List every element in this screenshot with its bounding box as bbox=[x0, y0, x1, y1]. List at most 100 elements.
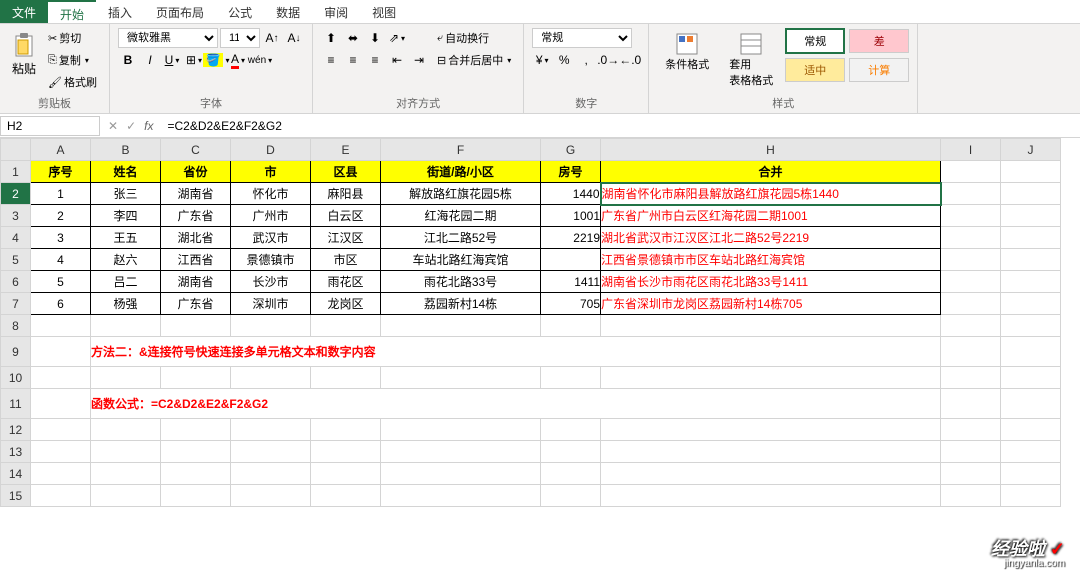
cell[interactable]: 麻阳县 bbox=[311, 183, 381, 205]
cell[interactable] bbox=[31, 337, 91, 367]
cell[interactable]: 长沙市 bbox=[231, 271, 311, 293]
cell[interactable] bbox=[1001, 161, 1061, 183]
number-format-select[interactable]: 常规 bbox=[532, 28, 632, 48]
paste-button[interactable]: 粘贴 bbox=[8, 28, 40, 93]
cell[interactable]: 深圳市 bbox=[231, 293, 311, 315]
cell[interactable] bbox=[1001, 337, 1061, 367]
row-header-6[interactable]: 6 bbox=[1, 271, 31, 293]
header-district[interactable]: 区县 bbox=[311, 161, 381, 183]
row-header-12[interactable]: 12 bbox=[1, 419, 31, 441]
row-header-15[interactable]: 15 bbox=[1, 485, 31, 507]
cell[interactable] bbox=[1001, 205, 1061, 227]
cell[interactable] bbox=[941, 389, 1001, 419]
align-top-button[interactable]: ⬆ bbox=[321, 28, 341, 48]
cell[interactable]: 广州市 bbox=[231, 205, 311, 227]
tab-home[interactable]: 开始 bbox=[48, 0, 96, 23]
header-street[interactable]: 街道/路/小区 bbox=[381, 161, 541, 183]
col-header-E[interactable]: E bbox=[311, 139, 381, 161]
style-good[interactable]: 适中 bbox=[785, 58, 845, 82]
cell[interactable]: 4 bbox=[31, 249, 91, 271]
row-header-9[interactable]: 9 bbox=[1, 337, 31, 367]
tab-formula[interactable]: 公式 bbox=[216, 0, 264, 23]
col-header-J[interactable]: J bbox=[1001, 139, 1061, 161]
cell[interactable]: 1411 bbox=[541, 271, 601, 293]
cell[interactable] bbox=[941, 315, 1001, 337]
cell[interactable]: 王五 bbox=[91, 227, 161, 249]
cell[interactable]: 龙岗区 bbox=[311, 293, 381, 315]
cell[interactable] bbox=[311, 419, 381, 441]
col-header-G[interactable]: G bbox=[541, 139, 601, 161]
cell[interactable] bbox=[381, 367, 541, 389]
align-center-button[interactable]: ≡ bbox=[343, 50, 363, 70]
align-middle-button[interactable]: ⬌ bbox=[343, 28, 363, 48]
tab-insert[interactable]: 插入 bbox=[96, 0, 144, 23]
header-seq[interactable]: 序号 bbox=[31, 161, 91, 183]
cell[interactable] bbox=[311, 485, 381, 507]
cell[interactable] bbox=[601, 441, 941, 463]
cell[interactable] bbox=[601, 367, 941, 389]
header-province[interactable]: 省份 bbox=[161, 161, 231, 183]
cell[interactable] bbox=[541, 463, 601, 485]
cell[interactable]: 雨花区 bbox=[311, 271, 381, 293]
increase-decimal-button[interactable]: .0→ bbox=[598, 50, 618, 70]
cell[interactable] bbox=[1001, 249, 1061, 271]
cell[interactable]: 张三 bbox=[91, 183, 161, 205]
cell[interactable] bbox=[541, 315, 601, 337]
cell[interactable] bbox=[311, 315, 381, 337]
cell[interactable] bbox=[311, 463, 381, 485]
cut-button[interactable]: ✂剪切 bbox=[44, 28, 101, 48]
name-box[interactable] bbox=[0, 116, 100, 136]
cell[interactable] bbox=[91, 441, 161, 463]
cell[interactable]: 2219 bbox=[541, 227, 601, 249]
cell[interactable] bbox=[941, 161, 1001, 183]
wrap-text-button[interactable]: ⤶自动换行 bbox=[433, 28, 515, 48]
cell[interactable] bbox=[941, 183, 1001, 205]
cell[interactable] bbox=[161, 485, 231, 507]
cell[interactable]: 杨强 bbox=[91, 293, 161, 315]
cell[interactable] bbox=[1001, 389, 1061, 419]
cell[interactable] bbox=[231, 315, 311, 337]
cell[interactable] bbox=[231, 441, 311, 463]
cell[interactable] bbox=[1001, 367, 1061, 389]
tab-layout[interactable]: 页面布局 bbox=[144, 0, 216, 23]
cell[interactable] bbox=[161, 315, 231, 337]
cell[interactable] bbox=[1001, 419, 1061, 441]
align-right-button[interactable]: ≡ bbox=[365, 50, 385, 70]
font-name-select[interactable]: 微软雅黑 bbox=[118, 28, 218, 48]
cell[interactable]: 广东省 bbox=[161, 293, 231, 315]
cell[interactable] bbox=[1001, 293, 1061, 315]
tab-review[interactable]: 审阅 bbox=[312, 0, 360, 23]
cell[interactable] bbox=[161, 367, 231, 389]
increase-font-button[interactable]: A↑ bbox=[262, 28, 282, 48]
cell[interactable] bbox=[311, 367, 381, 389]
cell[interactable] bbox=[941, 419, 1001, 441]
cell[interactable]: 1 bbox=[31, 183, 91, 205]
cell[interactable] bbox=[541, 441, 601, 463]
cell[interactable]: 广东省 bbox=[161, 205, 231, 227]
cell[interactable] bbox=[941, 485, 1001, 507]
cell[interactable] bbox=[381, 463, 541, 485]
cell[interactable]: 怀化市 bbox=[231, 183, 311, 205]
cell[interactable]: 江北二路52号 bbox=[381, 227, 541, 249]
tab-view[interactable]: 视图 bbox=[360, 0, 408, 23]
cell[interactable] bbox=[311, 441, 381, 463]
cell[interactable] bbox=[941, 293, 1001, 315]
cell[interactable]: 湖南省 bbox=[161, 271, 231, 293]
decrease-font-button[interactable]: A↓ bbox=[284, 28, 304, 48]
cell[interactable] bbox=[91, 367, 161, 389]
cell[interactable] bbox=[541, 485, 601, 507]
cell[interactable] bbox=[231, 485, 311, 507]
header-city[interactable]: 市 bbox=[231, 161, 311, 183]
cell[interactable] bbox=[941, 205, 1001, 227]
cell[interactable]: 解放路红旗花园5栋 bbox=[381, 183, 541, 205]
orientation-button[interactable]: ⇗▾ bbox=[387, 28, 407, 48]
font-size-select[interactable]: 11 bbox=[220, 28, 260, 48]
align-left-button[interactable]: ≡ bbox=[321, 50, 341, 70]
style-calc[interactable]: 计算 bbox=[849, 58, 909, 82]
col-header-A[interactable]: A bbox=[31, 139, 91, 161]
cell[interactable]: 武汉市 bbox=[231, 227, 311, 249]
row-header-5[interactable]: 5 bbox=[1, 249, 31, 271]
style-bad[interactable]: 差 bbox=[849, 29, 909, 53]
decrease-decimal-button[interactable]: ←.0 bbox=[620, 50, 640, 70]
cell[interactable]: 江西省景德镇市市区车站北路红海宾馆 bbox=[601, 249, 941, 271]
